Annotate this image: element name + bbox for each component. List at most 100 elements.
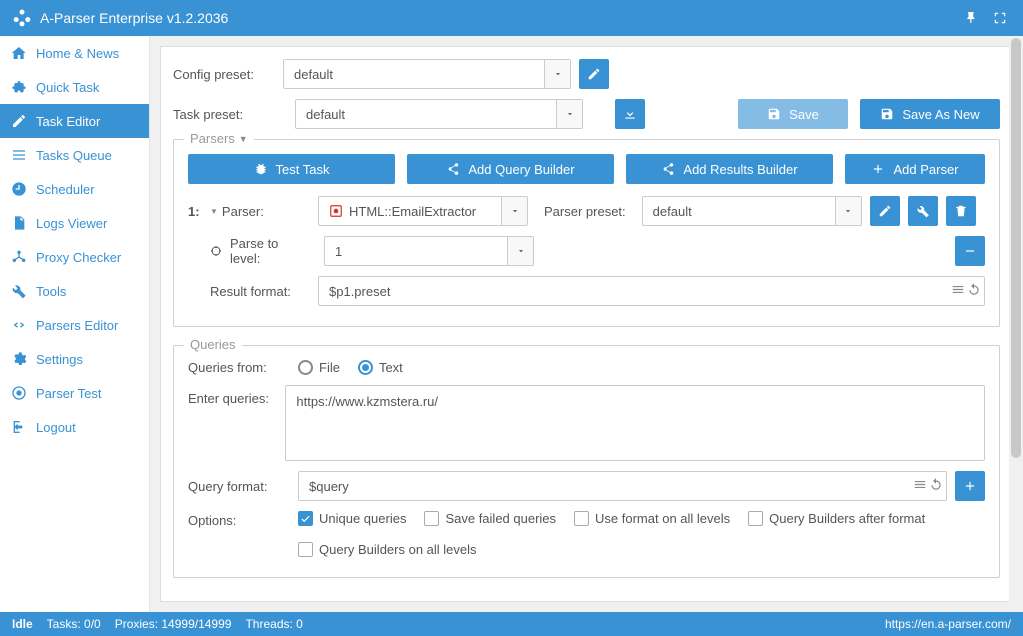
add-query-format-button[interactable] (955, 471, 985, 501)
parse-to-level-select[interactable]: 1 (324, 236, 534, 266)
edit-config-preset-button[interactable] (579, 59, 609, 89)
sidebar-item-home[interactable]: Home & News (0, 36, 149, 70)
sidebar-item-proxy-checker[interactable]: Proxy Checker (0, 240, 149, 274)
parser-row-number: 1: (188, 204, 202, 219)
parsers-legend[interactable]: Parsers ▼ (184, 131, 254, 146)
add-parser-button[interactable]: Add Parser (845, 154, 985, 184)
enter-queries-label: Enter queries: (188, 385, 285, 406)
query-format-label: Query format: (188, 479, 298, 494)
parser-preset-select[interactable]: default (642, 196, 862, 226)
parser-select[interactable]: HTML::EmailExtractor (318, 196, 528, 226)
undo-icon[interactable] (929, 478, 943, 495)
save-label: Save (789, 107, 819, 122)
save-failed-queries-checkbox[interactable]: Save failed queries (424, 511, 556, 526)
parser-label: ▼ Parser: (210, 204, 310, 219)
minus-icon (963, 244, 977, 258)
parser-preset-label: Parser preset: (536, 204, 634, 219)
queries-fieldset: Queries Queries from: File Text (173, 345, 1000, 578)
save-as-new-label: Save As New (902, 107, 979, 122)
title-bar: A-Parser Enterprise v1.2.2036 (0, 0, 1023, 36)
menu-icon[interactable] (913, 478, 927, 495)
queries-from-label: Queries from: (188, 360, 298, 375)
sidebar-item-label: Home & News (36, 46, 119, 61)
sidebar-item-label: Logs Viewer (36, 216, 107, 231)
pencil-icon (10, 112, 28, 130)
delete-parser-button[interactable] (946, 196, 976, 226)
target-icon (10, 384, 28, 402)
enter-queries-textarea[interactable] (285, 385, 985, 461)
use-format-all-levels-checkbox[interactable]: Use format on all levels (574, 511, 730, 526)
test-task-button[interactable]: Test Task (188, 154, 395, 184)
collapse-parser-button[interactable] (955, 236, 985, 266)
sidebar-item-label: Task Editor (36, 114, 100, 129)
configure-parser-button[interactable] (908, 196, 938, 226)
share-icon (661, 162, 675, 176)
sidebar: Home & News Quick Task Task Editor Tasks… (0, 36, 150, 612)
list-icon (10, 146, 28, 164)
status-link[interactable]: https://en.a-parser.com/ (885, 617, 1011, 631)
sidebar-item-logout[interactable]: Logout (0, 410, 149, 444)
add-query-builder-button[interactable]: Add Query Builder (407, 154, 614, 184)
queries-legend: Queries (184, 337, 242, 352)
task-preset-select[interactable]: default (295, 99, 583, 129)
scrollbar-thumb[interactable] (1011, 38, 1021, 458)
queries-from-text-radio[interactable]: Text (358, 360, 403, 375)
pin-icon[interactable] (961, 7, 983, 29)
logout-icon (10, 418, 28, 436)
result-format-label: Result format: (210, 284, 310, 299)
sidebar-item-settings[interactable]: Settings (0, 342, 149, 376)
config-preset-select[interactable]: default (283, 59, 571, 89)
options-label: Options: (188, 511, 298, 528)
plus-icon (963, 479, 977, 493)
sidebar-item-parsers-editor[interactable]: Parsers Editor (0, 308, 149, 342)
chevron-down-icon (835, 197, 861, 225)
sidebar-item-label: Tasks Queue (36, 148, 112, 163)
sidebar-item-tasks-queue[interactable]: Tasks Queue (0, 138, 149, 172)
download-icon (623, 107, 637, 121)
clock-icon (10, 180, 28, 198)
pencil-icon (587, 67, 601, 81)
share-icon (446, 162, 460, 176)
vertical-scrollbar[interactable] (1009, 36, 1023, 612)
sidebar-item-label: Settings (36, 352, 83, 367)
sidebar-item-label: Parsers Editor (36, 318, 118, 333)
query-builders-all-levels-checkbox[interactable]: Query Builders on all levels (298, 542, 477, 557)
sidebar-item-label: Parser Test (36, 386, 102, 401)
code-icon (10, 316, 28, 334)
puzzle-icon (10, 78, 28, 96)
save-as-new-button[interactable]: Save As New (860, 99, 1000, 129)
undo-icon[interactable] (967, 283, 981, 300)
pencil-icon (878, 204, 892, 218)
download-task-preset-button[interactable] (615, 99, 645, 129)
chevron-down-icon (501, 197, 527, 225)
query-format-input[interactable] (298, 471, 947, 501)
status-proxies: Proxies: 14999/14999 (115, 617, 232, 631)
result-format-input[interactable] (318, 276, 985, 306)
parser-preset-value: default (643, 197, 861, 225)
add-results-builder-button[interactable]: Add Results Builder (626, 154, 833, 184)
edit-parser-button[interactable] (870, 196, 900, 226)
sidebar-item-quick-task[interactable]: Quick Task (0, 70, 149, 104)
fullscreen-icon[interactable] (989, 7, 1011, 29)
status-threads: Threads: 0 (245, 617, 302, 631)
sidebar-item-label: Tools (36, 284, 66, 299)
save-button[interactable]: Save (738, 99, 848, 129)
sidebar-item-logs-viewer[interactable]: Logs Viewer (0, 206, 149, 240)
parse-to-level-value: 1 (325, 237, 533, 265)
queries-from-file-radio[interactable]: File (298, 360, 340, 375)
unique-queries-checkbox[interactable]: Unique queries (298, 511, 406, 526)
wrench-icon (10, 282, 28, 300)
app-title: A-Parser Enterprise v1.2.2036 (40, 10, 955, 26)
query-builders-after-format-checkbox[interactable]: Query Builders after format (748, 511, 925, 526)
sidebar-item-scheduler[interactable]: Scheduler (0, 172, 149, 206)
sidebar-item-parser-test[interactable]: Parser Test (0, 376, 149, 410)
parse-to-level-label: Parse to level: (230, 236, 316, 266)
sidebar-item-tools[interactable]: Tools (0, 274, 149, 308)
sidebar-item-task-editor[interactable]: Task Editor (0, 104, 149, 138)
trash-icon (954, 204, 968, 218)
menu-icon[interactable] (951, 283, 965, 300)
parser-value: HTML::EmailExtractor (349, 204, 476, 219)
task-preset-value: default (296, 100, 582, 128)
save-icon (767, 107, 781, 121)
app-logo-icon (12, 8, 32, 28)
